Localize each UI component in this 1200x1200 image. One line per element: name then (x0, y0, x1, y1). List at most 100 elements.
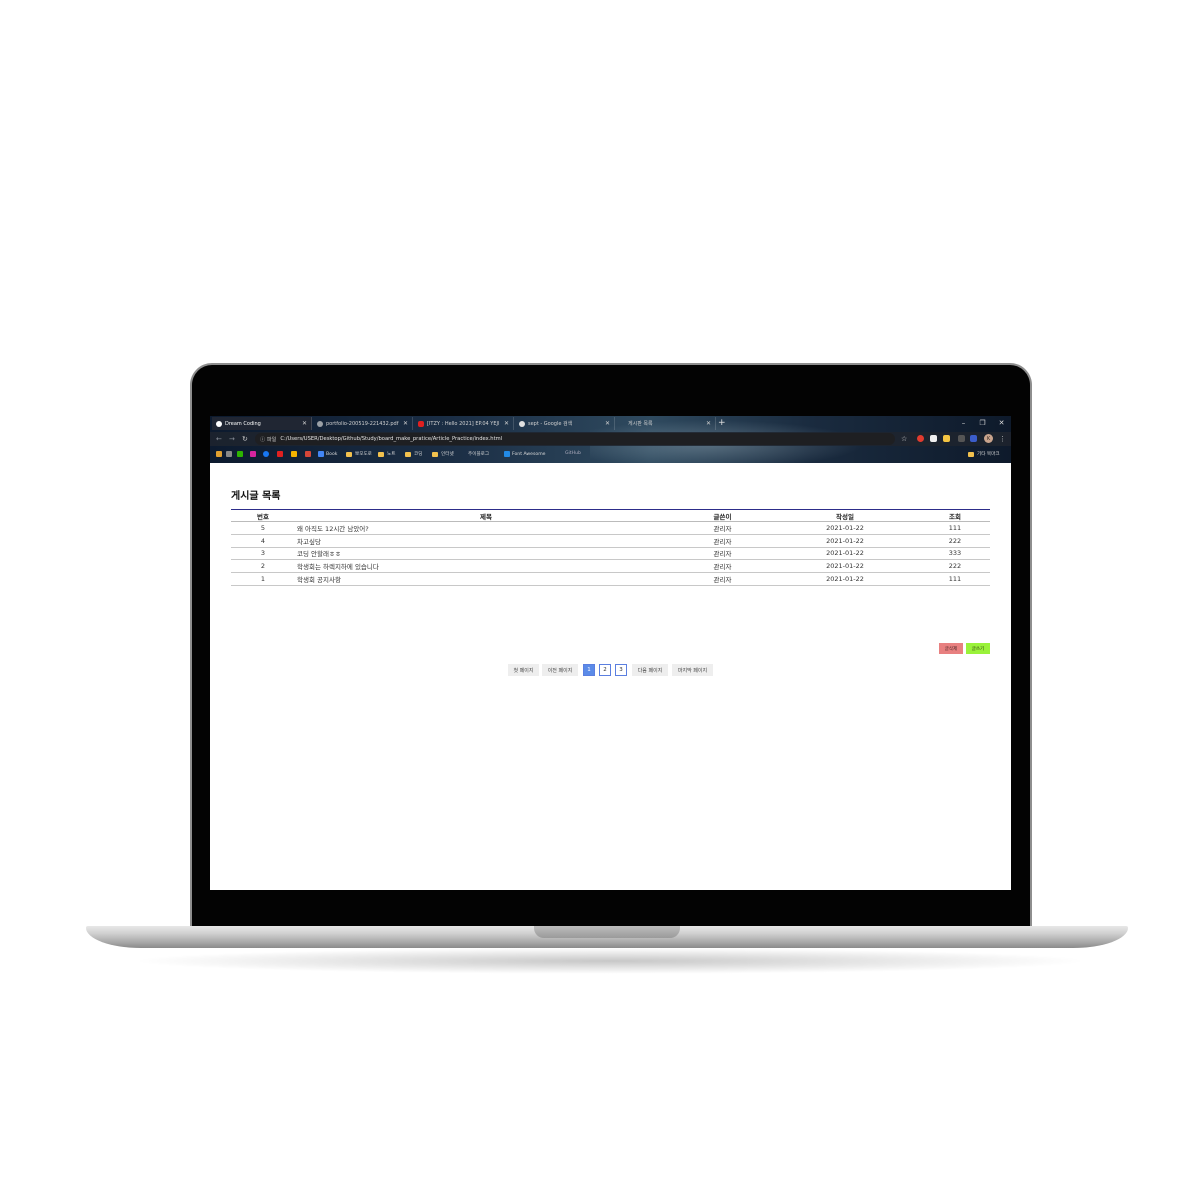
tab-title: portfolio-200519-221432.pdf (326, 420, 399, 427)
table-row[interactable]: 1 학생회 공지사항 관리자 2021-01-22 111 (231, 572, 990, 586)
row-author: 관리자 (675, 559, 770, 574)
pagination: 첫 페이지 이전 페이지 1 2 3 다음 페이지 마지막 페이지 (210, 664, 1011, 676)
table-header-row: 번호 제목 글쓴이 작성일 조회 (231, 509, 990, 522)
bookmarks-bar: Book 뽀모도로 노트 코딩 인터넷 주이블로그 Font Awesome G… (210, 448, 1011, 462)
extension-icon[interactable] (943, 435, 950, 442)
facebook-icon[interactable] (263, 451, 271, 457)
youtube-icon[interactable] (277, 451, 285, 457)
extension-icon[interactable] (930, 435, 937, 442)
tab-title: 게시판 목록 (628, 421, 653, 427)
google-icon (519, 420, 525, 427)
row-date: 2021-01-22 (770, 559, 920, 574)
last-page-button[interactable]: 마지막 페이지 (672, 664, 713, 676)
row-title-link[interactable]: 학생회 공지사항 (295, 572, 675, 586)
row-title-link[interactable]: 차고싶당 (295, 534, 675, 548)
prev-page-button[interactable]: 이전 페이지 (542, 664, 578, 676)
row-number: 2 (231, 559, 295, 574)
bookmark-github[interactable]: GitHub (565, 451, 581, 456)
page-button-3[interactable]: 3 (615, 664, 627, 676)
extension-icon[interactable] (917, 435, 924, 442)
table-row[interactable]: 4 차고싶당 관리자 2021-01-22 222 (231, 534, 990, 548)
close-icon[interactable]: ✕ (403, 420, 408, 427)
bookmark-icon[interactable] (226, 451, 234, 457)
forward-icon[interactable]: → (229, 435, 235, 443)
puzzle-icon[interactable] (958, 435, 965, 442)
apps-icon[interactable] (216, 451, 224, 457)
bookmark-folder[interactable]: 코딩 (405, 451, 422, 457)
page-button-2[interactable]: 2 (599, 664, 611, 676)
address-row: ← → ↻ ⓘ 파일 C:/Users/USER/Desktop/Github/… (210, 432, 1011, 446)
bookmark-icon[interactable] (237, 451, 245, 457)
bookmark-folder[interactable]: 노트 (378, 451, 395, 457)
reload-icon[interactable]: ↻ (242, 435, 248, 443)
tab-dream-coding[interactable]: Dream Coding ✕ (212, 417, 312, 430)
new-tab-button[interactable]: + (718, 418, 726, 428)
row-views: 111 (920, 572, 990, 586)
row-title-link[interactable]: 학생회는 하렉지하에 있습니다 (295, 559, 675, 574)
row-number: 3 (231, 547, 295, 561)
tab-board-list[interactable]: 게시판 목록 ✕ (616, 417, 716, 430)
close-window-button[interactable]: ✕ (992, 416, 1011, 430)
column-header-author: 글쓴이 (713, 512, 732, 521)
close-icon[interactable]: ✕ (706, 420, 711, 427)
delete-post-button[interactable]: 글삭제 (939, 643, 963, 654)
tab-portfolio[interactable]: portfolio-200519-221432.pdf ✕ (313, 417, 413, 430)
back-icon[interactable]: ← (216, 435, 222, 443)
tab-bar: Dream Coding ✕ portfolio-200519-221432.p… (210, 416, 1011, 430)
other-bookmarks[interactable]: 기타 북마크 (968, 451, 1000, 457)
bookmark-book[interactable]: Book (318, 451, 337, 457)
row-title-link[interactable]: 왜 아직도 12시간 남았어? (295, 521, 675, 535)
write-post-button[interactable]: 글쓰기 (966, 643, 990, 654)
row-number: 1 (231, 572, 295, 586)
bookmark-font-awesome[interactable]: Font Awesome (504, 451, 546, 457)
row-author: 관리자 (675, 547, 770, 561)
dream-coding-favicon-icon (216, 420, 222, 427)
row-date: 2021-01-22 (770, 547, 920, 561)
close-icon[interactable]: ✕ (302, 420, 307, 427)
close-icon[interactable]: ✕ (605, 420, 610, 427)
menu-icon[interactable]: ⋮ (999, 435, 1006, 443)
page-content: 게시글 목록 번호 제목 글쓴이 작성일 조회 5 왜 아직도 12시간 남았어… (210, 463, 1011, 890)
row-views: 222 (920, 559, 990, 574)
tab-youtube[interactable]: [ITZY : Hello 2021] EP.04 YEJI ✕ (414, 417, 514, 430)
row-number: 4 (231, 534, 295, 548)
next-page-button[interactable]: 다음 페이지 (632, 664, 668, 676)
star-icon[interactable]: ☆ (901, 435, 907, 443)
instagram-icon[interactable] (250, 451, 258, 457)
drive-icon[interactable] (291, 451, 299, 457)
tab-title: Dream Coding (225, 420, 261, 427)
first-page-button[interactable]: 첫 페이지 (508, 664, 539, 676)
row-title-link[interactable]: 코딩 안할래ㅎㅎ (295, 547, 675, 561)
close-icon[interactable]: ✕ (504, 420, 509, 427)
laptop-notch (534, 926, 680, 938)
table-row[interactable]: 2 학생회는 하렉지하에 있습니다 관리자 2021-01-22 222 (231, 559, 990, 574)
board-table: 번호 제목 글쓴이 작성일 조회 5 왜 아직도 12시간 남았어? 관리자 2… (231, 509, 990, 586)
address-url: C:/Users/USER/Desktop/Github/Study/board… (280, 436, 503, 442)
avatar[interactable]: K (984, 434, 993, 443)
table-row[interactable]: 3 코딩 안할래ㅎㅎ 관리자 2021-01-22 333 (231, 547, 990, 561)
address-bar[interactable]: ⓘ 파일 C:/Users/USER/Desktop/Github/Study/… (255, 433, 895, 445)
globe-icon (317, 420, 323, 427)
bookmark-blog[interactable]: 주이블로그 (468, 451, 489, 457)
row-views: 222 (920, 534, 990, 548)
row-author: 관리자 (675, 572, 770, 586)
laptop-shadow (130, 948, 1090, 974)
tab-title: [ITZY : Hello 2021] EP.04 YEJI (427, 420, 500, 427)
row-author: 관리자 (675, 521, 770, 535)
column-header-views: 조회 (949, 512, 961, 521)
table-row[interactable]: 5 왜 아직도 12시간 남았어? 관리자 2021-01-22 111 (231, 521, 990, 535)
row-views: 333 (920, 547, 990, 561)
maximize-button[interactable]: ❐ (973, 416, 992, 430)
page-button-1[interactable]: 1 (583, 664, 595, 676)
file-scheme-label: ⓘ 파일 (260, 436, 277, 443)
gmail-icon[interactable] (305, 451, 313, 457)
tab-google[interactable]: sept - Google 검색 ✕ (515, 417, 615, 430)
row-date: 2021-01-22 (770, 534, 920, 548)
minimize-button[interactable]: – (954, 416, 973, 430)
page-title: 게시글 목록 (231, 491, 281, 502)
extension-icon[interactable] (970, 435, 977, 442)
bookmark-folder[interactable]: 뽀모도로 (346, 451, 372, 457)
youtube-icon (418, 420, 424, 427)
tab-title: sept - Google 검색 (528, 421, 573, 427)
bookmark-folder[interactable]: 인터넷 (432, 451, 454, 457)
